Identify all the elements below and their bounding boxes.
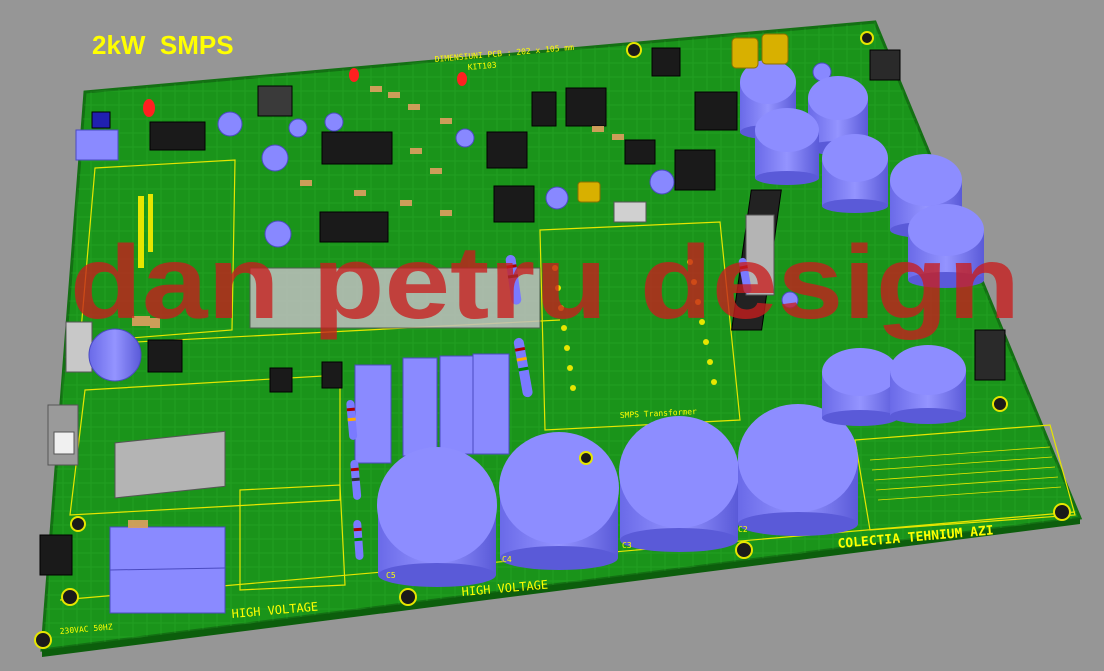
viewer-title: 2kW SMPS bbox=[92, 30, 234, 60]
regulator-q7 bbox=[869, 49, 901, 81]
transistor-q6 bbox=[531, 91, 557, 127]
transistor-q11 bbox=[321, 361, 343, 389]
watermark: dan petru design bbox=[70, 225, 1020, 341]
film-cap-4 bbox=[472, 353, 510, 455]
film-cap-2 bbox=[402, 357, 438, 457]
pcb-3d-viewport[interactable]: DIMENSIUNI PCB : 202 x 105 mm KIT103 SMP… bbox=[0, 0, 1104, 666]
transistor-q3 bbox=[493, 185, 535, 223]
film-cap-3 bbox=[439, 355, 475, 455]
transistor-q4 bbox=[674, 149, 716, 191]
terminal-block-input bbox=[75, 129, 119, 161]
regulator-q1 bbox=[257, 85, 293, 117]
ic-u2 bbox=[321, 131, 393, 165]
bridge-rectifier bbox=[565, 87, 607, 127]
transistor-q8 bbox=[147, 339, 183, 373]
transistor-q2 bbox=[486, 131, 528, 169]
pcb-render: DIMENSIUNI PCB : 202 x 105 mm KIT103 SMP… bbox=[34, 20, 1083, 657]
bridge-rectifier-2 bbox=[694, 91, 738, 131]
terminal-white bbox=[53, 431, 75, 455]
ic-u1 bbox=[149, 121, 206, 151]
terminal-grey bbox=[613, 201, 647, 223]
silk-cap-c4: C4 bbox=[502, 555, 512, 564]
transistor-q10 bbox=[269, 367, 293, 393]
trimmer-pot bbox=[91, 111, 111, 129]
silk-cap-c5: C5 bbox=[386, 571, 396, 580]
transistor-q9 bbox=[39, 534, 73, 576]
transistor-q5 bbox=[651, 47, 681, 77]
film-cap-1 bbox=[354, 364, 392, 464]
fuse-block bbox=[114, 430, 226, 499]
silk-cap-c2: C2 bbox=[738, 525, 748, 534]
transistor-q12 bbox=[624, 139, 656, 165]
silk-cap-c3: C3 bbox=[622, 541, 632, 550]
